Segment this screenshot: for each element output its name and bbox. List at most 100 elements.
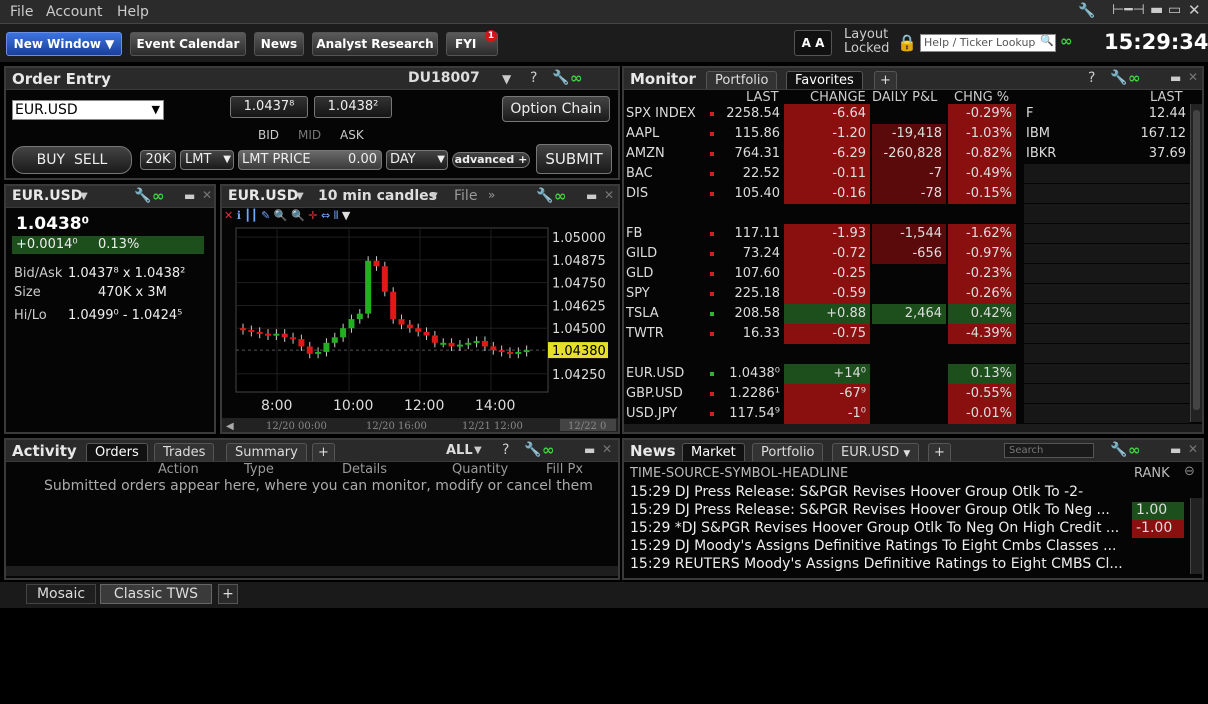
chevron-down-icon[interactable]: ▼: [80, 191, 88, 202]
link-icon[interactable]: ∞: [1128, 69, 1141, 87]
monitor-right-row[interactable]: F 12.44: [1024, 104, 1190, 123]
font-size-button[interactable]: A A: [794, 30, 832, 56]
link-icon[interactable]: ∞: [542, 441, 555, 459]
monitor-right-row[interactable]: [1024, 244, 1190, 263]
option-chain-button[interactable]: Option Chain: [502, 96, 610, 122]
monitor-right-row[interactable]: [1024, 204, 1190, 223]
monitor-row[interactable]: SPX INDEX 2258.54 -6.64 -0.29%: [624, 104, 1016, 124]
monitor-right-row[interactable]: [1024, 404, 1190, 423]
crosshair-icon[interactable]: ✛: [308, 209, 317, 222]
news-item[interactable]: 15:29 DJ Moody's Assigns Definitive Rati…: [624, 538, 1190, 556]
chevron-down-icon[interactable]: ▼: [474, 445, 482, 456]
sell-label[interactable]: SELL: [74, 152, 107, 168]
activity-hscroll[interactable]: [6, 566, 618, 576]
monitor-right-row[interactable]: [1024, 304, 1190, 323]
link-icon[interactable]: ∞: [570, 69, 583, 87]
zoom-in-icon[interactable]: 🔍: [274, 209, 288, 222]
col-type[interactable]: Type: [244, 462, 274, 477]
add-tab-button[interactable]: +: [218, 584, 238, 604]
link-icon[interactable]: ∞: [1060, 32, 1073, 50]
tab-news-portfolio[interactable]: Portfolio: [752, 443, 824, 461]
wrench-icon[interactable]: 🔧: [1110, 442, 1127, 458]
close-icon[interactable]: ✕: [224, 209, 233, 222]
symbol[interactable]: TSLA: [626, 306, 659, 321]
symbol[interactable]: F: [1026, 106, 1033, 121]
monitor-row[interactable]: TWTR 16.33 -0.75 -4.39%: [624, 324, 1016, 344]
news-item[interactable]: 15:29 DJ Press Release: S&PGR Revises Ho…: [624, 502, 1190, 520]
col-action[interactable]: Action: [158, 462, 199, 477]
col-fill-px[interactable]: Fill Px: [546, 462, 583, 477]
symbol-input[interactable]: EUR.USD ▼: [12, 100, 164, 120]
tab-summary[interactable]: Summary: [226, 443, 307, 461]
chevron-down-icon[interactable]: ▼: [342, 209, 350, 222]
minimize-icon[interactable]: ▬: [1170, 71, 1181, 85]
col-last[interactable]: LAST: [746, 90, 779, 105]
close-icon[interactable]: ✕: [202, 188, 212, 202]
col-last-right[interactable]: LAST: [1150, 90, 1183, 105]
event-calendar-button[interactable]: Event Calendar: [130, 32, 246, 56]
filter-select[interactable]: ALL: [446, 443, 473, 458]
help-icon[interactable]: ?: [530, 70, 537, 86]
wrench-icon[interactable]: 🔧: [552, 70, 569, 86]
add-tab-button[interactable]: +: [312, 443, 335, 461]
news-button[interactable]: News: [254, 32, 304, 56]
news-item[interactable]: 15:29 REUTERS Moody's Assigns Definitive…: [624, 556, 1190, 574]
link-icon[interactable]: ∞: [554, 187, 567, 205]
help-icon[interactable]: ?: [1088, 70, 1095, 86]
monitor-scrollbar[interactable]: [1190, 104, 1202, 422]
chart-file-menu[interactable]: File: [454, 188, 477, 204]
chart-symbol[interactable]: EUR.USD: [228, 188, 298, 204]
expand-icon[interactable]: ⇔: [321, 209, 330, 222]
analyst-research-button[interactable]: Analyst Research: [312, 32, 438, 56]
minimize-icon[interactable]: ▬: [1150, 2, 1163, 18]
zoom-out-icon[interactable]: 🔍: [291, 209, 305, 222]
draw-icon[interactable]: ✎: [261, 209, 270, 222]
close-icon[interactable]: ✕: [1188, 442, 1198, 456]
monitor-row[interactable]: FB 117.11 -1.93 -1,544 -1.62%: [624, 224, 1016, 244]
tab-portfolio[interactable]: Portfolio: [706, 71, 778, 89]
close-icon[interactable]: ✕: [1188, 1, 1201, 19]
symbol[interactable]: IBKR: [1026, 146, 1056, 161]
close-icon[interactable]: ✕: [1188, 70, 1198, 84]
news-headline[interactable]: 15:29 DJ Press Release: S&PGR Revises Ho…: [630, 484, 1083, 500]
tif-select[interactable]: DAY ▼: [386, 150, 448, 170]
submit-button[interactable]: SUBMIT: [536, 144, 612, 174]
news-header[interactable]: TIME-SOURCE-SYMBOL-HEADLINE: [630, 466, 848, 481]
bar-type-icon[interactable]: ┃┃: [244, 209, 257, 222]
symbol[interactable]: DIS: [626, 186, 648, 201]
ask-price-button[interactable]: 1.0438²: [314, 96, 392, 118]
link-icon[interactable]: ∞: [1128, 441, 1141, 459]
monitor-row[interactable]: DIS 105.40 -0.16 -78 -0.15%: [624, 184, 1016, 204]
menu-file[interactable]: File: [10, 4, 33, 20]
menu-help[interactable]: Help: [117, 4, 149, 20]
symbol[interactable]: SPX INDEX: [626, 106, 696, 121]
symbol[interactable]: AAPL: [626, 126, 659, 141]
news-item[interactable]: 15:29 DJ Press Release: S&PGR Revises Ho…: [624, 484, 1190, 502]
monitor-row[interactable]: [624, 204, 1014, 224]
advanced-button[interactable]: advanced +: [452, 152, 530, 168]
symbol[interactable]: TWTR: [626, 326, 664, 341]
symbol[interactable]: SPY: [626, 286, 650, 301]
news-headline[interactable]: 15:29 DJ Press Release: S&PGR Revises Ho…: [630, 502, 1110, 518]
settings-icon[interactable]: ⊖: [1184, 464, 1195, 479]
bid-price-button[interactable]: 1.0437⁸: [230, 96, 308, 118]
minimize-icon[interactable]: ▬: [1170, 443, 1181, 457]
minimize-icon[interactable]: ▬: [184, 189, 195, 203]
monitor-right-row[interactable]: [1024, 224, 1190, 243]
monitor-right-row[interactable]: [1024, 364, 1190, 383]
quantity-input[interactable]: 20K: [140, 150, 176, 170]
col-pnl[interactable]: DAILY P&L: [872, 90, 937, 105]
symbol[interactable]: GLD: [626, 266, 653, 281]
symbol[interactable]: GBP.USD: [626, 386, 683, 401]
scroll-thumb[interactable]: [1193, 110, 1200, 410]
account-id[interactable]: DU18007: [408, 70, 480, 86]
minimize-icon[interactable]: ▬: [586, 189, 597, 203]
monitor-row[interactable]: GILD 73.24 -0.72 -656 -0.97%: [624, 244, 1016, 264]
account-dropdown-icon[interactable]: ▼: [502, 72, 511, 86]
symbol[interactable]: IBM: [1026, 126, 1050, 141]
monitor-row[interactable]: AMZN 764.31 -6.29 -260,828 -0.82%: [624, 144, 1016, 164]
chevron-down-icon[interactable]: ▼: [152, 101, 160, 119]
monitor-row[interactable]: BAC 22.52 -0.11 -7 -0.49%: [624, 164, 1016, 184]
news-item[interactable]: 15:29 *DJ S&PGR Revises Hoover Group Otl…: [624, 520, 1190, 538]
monitor-right-row[interactable]: [1024, 324, 1190, 343]
